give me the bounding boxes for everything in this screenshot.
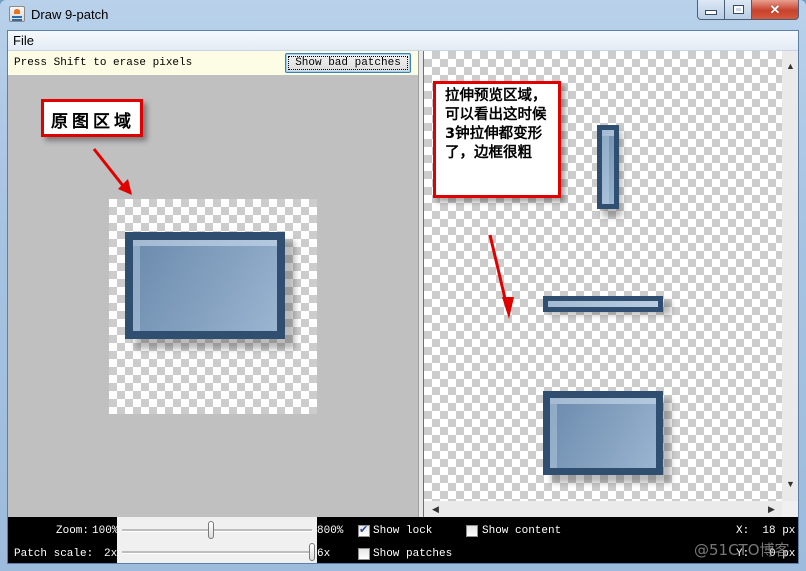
minimize-icon	[705, 10, 717, 15]
app-window: Draw 9-patch ✕ File Press Shift to erase…	[0, 0, 806, 571]
menu-bar: File	[8, 31, 798, 51]
status-controls-bar: Zoom: 100% Patch scale: 2x 800% 6x Show …	[8, 517, 798, 563]
window-title: Draw 9-patch	[31, 7, 109, 22]
patch-scale-max-label: 6x	[317, 548, 331, 560]
nine-patch-image[interactable]	[125, 232, 285, 339]
zoom-slider-thumb[interactable]	[208, 521, 215, 539]
scroll-up-icon[interactable]: ▲	[786, 61, 795, 71]
client-area: File Press Shift to erase pixels Show ba…	[7, 30, 799, 564]
maximize-button[interactable]	[725, 0, 752, 20]
zoom-slider[interactable]	[117, 521, 317, 539]
original-image-pane: Press Shift to erase pixels Show bad pat…	[8, 51, 418, 517]
java-app-icon	[9, 6, 25, 22]
horizontal-stretch-preview	[543, 296, 663, 312]
original-area-annotation: 原图区域	[41, 99, 143, 137]
close-icon: ✕	[769, 1, 781, 17]
patch-scale-label: Patch scale:	[14, 548, 94, 560]
hint-text: Press Shift to erase pixels	[14, 57, 193, 69]
zoom-max-label: 800%	[317, 525, 344, 537]
vertical-stretch-preview	[597, 125, 619, 209]
menu-file[interactable]: File	[12, 33, 35, 48]
original-image-canvas[interactable]	[109, 199, 317, 414]
show-bad-patches-label: Show bad patches	[288, 56, 408, 70]
zoom-min-label: 100%	[92, 525, 119, 537]
hint-bar: Press Shift to erase pixels Show bad pat…	[8, 51, 418, 75]
zoom-slider-track	[122, 529, 312, 532]
x-coordinate-readout: X: 18 px	[736, 525, 796, 537]
preview-area-annotation: 拉伸预览区域，可以看出这时候3钟拉伸都变形了，边框很粗	[433, 81, 561, 198]
title-bar[interactable]: Draw 9-patch ✕	[0, 0, 806, 30]
patch-scale-slider[interactable]	[117, 543, 317, 561]
show-content-label[interactable]: Show content	[482, 525, 561, 537]
maximize-icon	[732, 5, 744, 14]
show-content-checkbox[interactable]	[466, 525, 478, 537]
annotation-arrow-left	[92, 148, 132, 195]
zoom-label: Zoom:	[56, 525, 90, 537]
scroll-right-icon[interactable]: ▶	[768, 504, 775, 515]
annotation-arrow-right	[488, 234, 514, 319]
window-controls: ✕	[697, 0, 799, 20]
vertical-scrollbar[interactable]: ▲ ▼	[782, 51, 798, 501]
close-button[interactable]: ✕	[752, 0, 799, 20]
show-patches-label[interactable]: Show patches	[373, 548, 452, 560]
show-lock-checkbox[interactable]	[358, 523, 370, 537]
show-bad-patches-button[interactable]: Show bad patches	[285, 53, 411, 73]
show-patches-checkbox[interactable]	[358, 548, 370, 560]
both-stretch-preview	[543, 391, 663, 475]
horizontal-scrollbar[interactable]: ◀ ▶	[424, 501, 782, 517]
patch-scale-min-label: 2x	[104, 548, 118, 560]
scroll-down-icon[interactable]: ▼	[786, 479, 795, 489]
show-lock-label[interactable]: Show lock	[373, 525, 432, 537]
watermark: @51CTO博客	[694, 541, 790, 559]
sliders-area	[117, 517, 317, 563]
patch-scale-slider-track	[122, 551, 312, 554]
minimize-button[interactable]	[697, 0, 725, 20]
patch-scale-slider-thumb[interactable]	[309, 543, 315, 561]
scroll-left-icon[interactable]: ◀	[432, 504, 439, 515]
